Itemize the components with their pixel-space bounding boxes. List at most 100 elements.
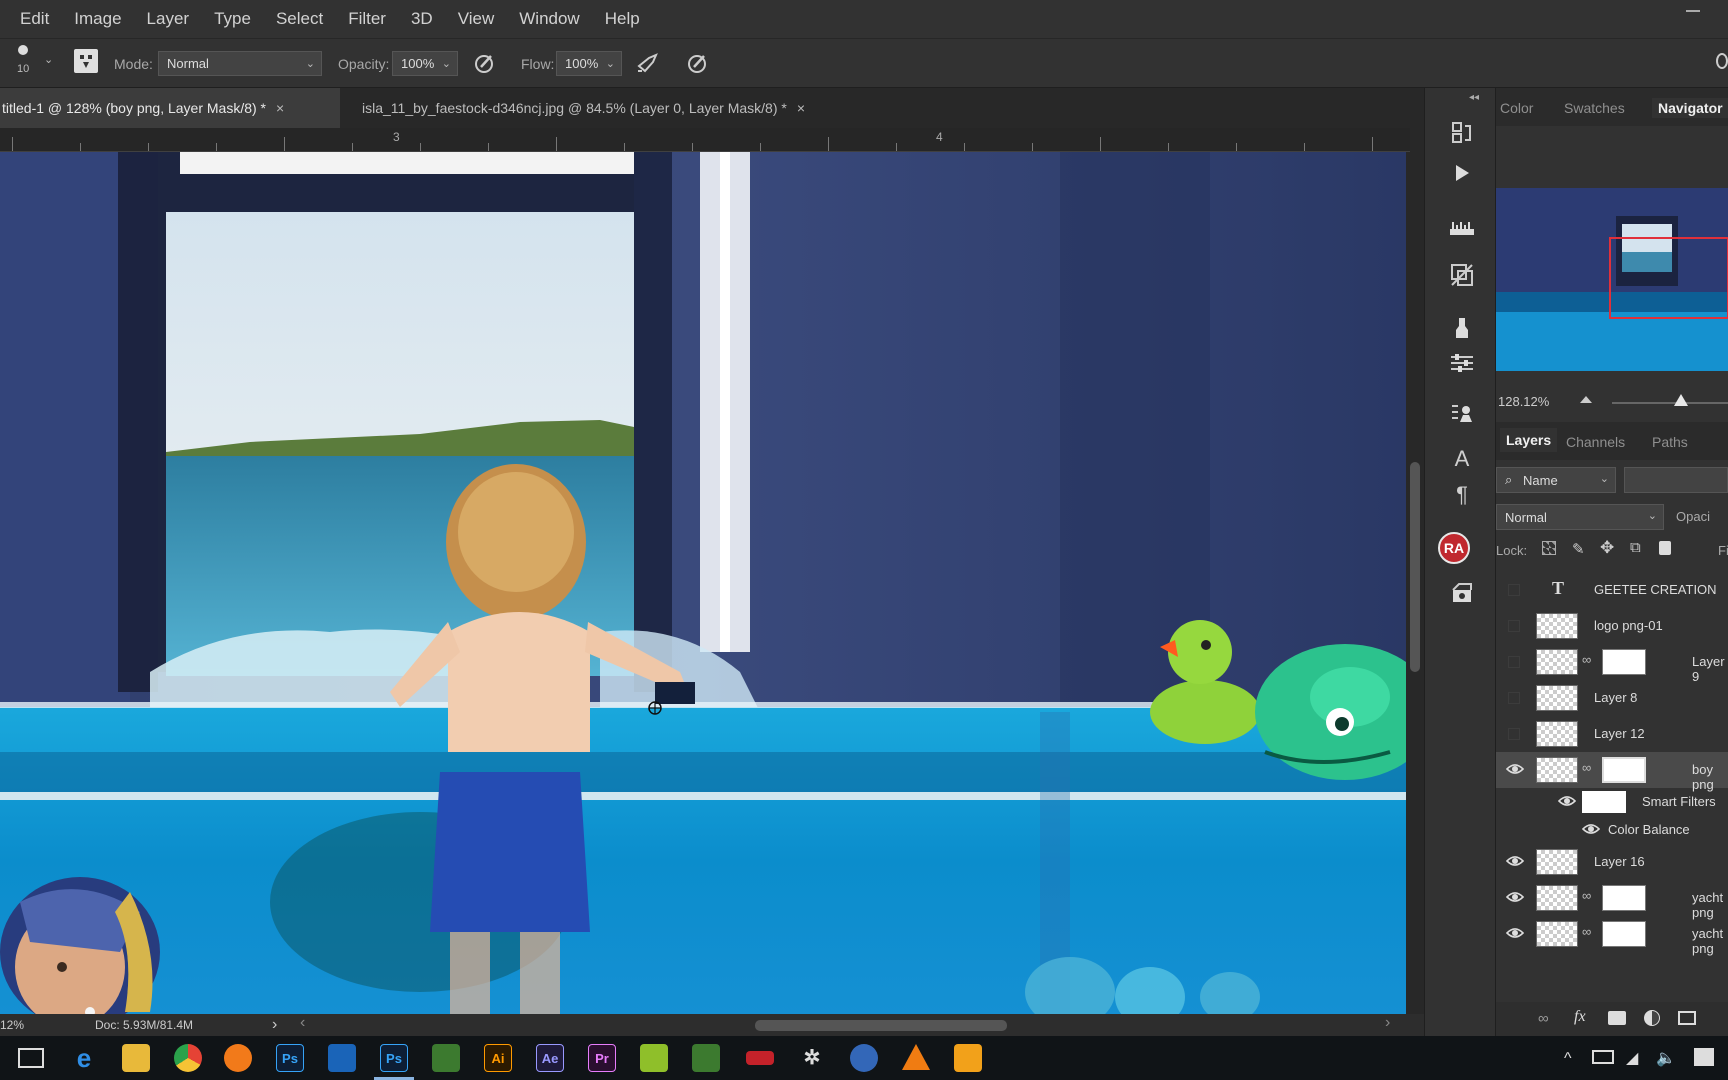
minimize-button[interactable]	[1686, 10, 1700, 12]
eye-icon[interactable]	[1505, 890, 1525, 904]
layer-name[interactable]: Layer 16	[1594, 854, 1645, 869]
tool-presets-icon[interactable]	[1447, 314, 1477, 344]
eye-icon[interactable]	[1557, 794, 1577, 808]
eye-icon[interactable]	[1505, 762, 1525, 776]
airbrush-icon[interactable]	[636, 51, 662, 81]
illustrator-icon[interactable]: Ai	[484, 1044, 512, 1072]
layer-row[interactable]: ∞ Layer 9	[1496, 644, 1728, 684]
document-canvas[interactable]	[0, 152, 1406, 1014]
layer-mask-thumbnail[interactable]	[1602, 757, 1646, 783]
puzzle-app-icon[interactable]: ✲	[798, 1044, 826, 1072]
zoom-slider-handle[interactable]	[1674, 394, 1688, 406]
menu-help[interactable]: Help	[605, 9, 640, 29]
layer-filter-kind[interactable]: ⌕ Name ⌄	[1496, 467, 1616, 493]
visibility-toggle[interactable]	[1508, 656, 1520, 668]
history-icon[interactable]	[1447, 120, 1477, 150]
tab-color[interactable]: Color	[1500, 100, 1533, 116]
layer-name[interactable]: logo png-01	[1594, 618, 1663, 633]
zoom-out-icon[interactable]	[1580, 396, 1592, 403]
eye-icon[interactable]	[1581, 822, 1601, 836]
visibility-toggle[interactable]	[1508, 692, 1520, 704]
settings-app-icon[interactable]	[328, 1044, 356, 1072]
layer-row[interactable]: Smart Filters	[1496, 788, 1728, 816]
adjustments-icon[interactable]	[1447, 352, 1477, 382]
scroll-thumb[interactable]	[755, 1020, 1007, 1031]
paragraph-panel-icon[interactable]: ¶	[1447, 480, 1477, 510]
file-explorer-icon[interactable]	[122, 1044, 150, 1072]
link-icon[interactable]: ∞	[1582, 760, 1591, 775]
scroll-right-icon[interactable]: ›	[1385, 1014, 1390, 1032]
tab-layers[interactable]: Layers	[1500, 428, 1558, 452]
3d-panel-icon[interactable]	[1447, 580, 1477, 610]
lock-position-icon[interactable]: ✥	[1600, 538, 1614, 558]
layer-mask-thumbnail[interactable]	[1602, 921, 1646, 947]
layer-name[interactable]: GEETEE CREATION	[1594, 582, 1717, 597]
tab-paths[interactable]: Paths	[1652, 434, 1688, 450]
slides-app-icon[interactable]	[954, 1044, 982, 1072]
layer-name[interactable]: Layer 12	[1594, 726, 1645, 741]
visibility-toggle[interactable]	[1508, 584, 1520, 596]
layer-mask-thumbnail[interactable]	[1602, 885, 1646, 911]
pressure-size-icon[interactable]	[686, 51, 710, 81]
menu-image[interactable]: Image	[74, 9, 121, 29]
opacity-input[interactable]: 100% ⌄	[392, 51, 458, 76]
layer-name[interactable]: Layer 8	[1594, 690, 1637, 705]
blend-mode-select[interactable]: Normal ⌄	[1496, 504, 1664, 530]
xlsx-app-icon[interactable]	[432, 1044, 460, 1072]
premiere-icon[interactable]: Pr	[588, 1044, 616, 1072]
photoshop-active-icon[interactable]: Ps	[380, 1044, 408, 1072]
layer-name[interactable]: Smart Filters	[1642, 794, 1716, 809]
scroll-thumb[interactable]	[1410, 462, 1420, 672]
lock-artboard-icon[interactable]: ⧉	[1630, 539, 1641, 556]
eye-icon[interactable]	[1505, 926, 1525, 940]
menu-filter[interactable]: Filter	[348, 9, 386, 29]
tray-chevron-icon[interactable]: ^	[1564, 1050, 1572, 1068]
menu-type[interactable]: Type	[214, 9, 251, 29]
ra-badge[interactable]: RA	[1438, 532, 1470, 564]
link-icon[interactable]: ∞	[1582, 888, 1591, 903]
add-mask-icon[interactable]	[1608, 1011, 1626, 1025]
play-actions-icon[interactable]	[1447, 162, 1477, 192]
zoom-slider-track[interactable]	[1612, 402, 1728, 404]
camera-app-icon[interactable]	[850, 1044, 878, 1072]
brush-picker-chevron-icon[interactable]: ⌄	[44, 53, 53, 66]
flow-input[interactable]: 100% ⌄	[556, 51, 622, 76]
tab-swatches[interactable]: Swatches	[1564, 100, 1625, 116]
lock-all-icon[interactable]	[1659, 541, 1671, 555]
properties-icon[interactable]	[1447, 402, 1477, 432]
volume-icon[interactable]: 🔈	[1656, 1048, 1676, 1068]
photoshop-icon[interactable]: Ps	[276, 1044, 304, 1072]
mode-select[interactable]: Normal ⌄	[158, 51, 322, 76]
brush-preview-icon[interactable]	[18, 45, 28, 55]
status-menu-arrow[interactable]: ›	[272, 1016, 277, 1034]
tab-navigator[interactable]: Navigator	[1652, 98, 1728, 118]
fx-icon[interactable]: fx	[1574, 1008, 1586, 1026]
layer-row[interactable]: Layer 8	[1496, 680, 1728, 716]
menu-edit[interactable]: Edit	[20, 9, 49, 29]
smart-filter-mask-thumbnail[interactable]	[1582, 791, 1626, 813]
battery-icon[interactable]	[1592, 1050, 1614, 1064]
visibility-toggle[interactable]	[1508, 620, 1520, 632]
media-app-icon[interactable]	[746, 1051, 774, 1065]
brush-settings-icon[interactable]	[74, 49, 98, 73]
layer-row[interactable]: ∞ yacht png	[1496, 880, 1728, 920]
lock-pixels-icon[interactable]: ✎	[1572, 540, 1585, 558]
eye-icon[interactable]	[1505, 854, 1525, 868]
task-view-icon[interactable]	[18, 1048, 44, 1068]
after-effects-icon[interactable]: Ae	[536, 1044, 564, 1072]
xlsx-app-icon-2[interactable]	[692, 1044, 720, 1072]
layer-mask-thumbnail[interactable]	[1602, 649, 1646, 675]
menu-layer[interactable]: Layer	[147, 9, 190, 29]
layer-row[interactable]: logo png-01	[1496, 608, 1728, 644]
navigator-zoom-value[interactable]: 128.12%	[1498, 394, 1549, 409]
close-icon[interactable]: ×	[797, 100, 805, 116]
layer-row[interactable]: T GEETEE CREATION	[1496, 572, 1728, 608]
search-icon[interactable]	[1716, 53, 1728, 69]
link-icon[interactable]: ∞	[1582, 924, 1591, 939]
menu-window[interactable]: Window	[519, 9, 579, 29]
zoom-readout[interactable]: 12%	[0, 1018, 24, 1032]
layer-row[interactable]: Layer 12	[1496, 716, 1728, 752]
new-group-icon[interactable]	[1678, 1011, 1696, 1025]
layer-row[interactable]: Color Balance	[1496, 816, 1728, 844]
layer-name[interactable]: yacht png	[1692, 926, 1728, 956]
